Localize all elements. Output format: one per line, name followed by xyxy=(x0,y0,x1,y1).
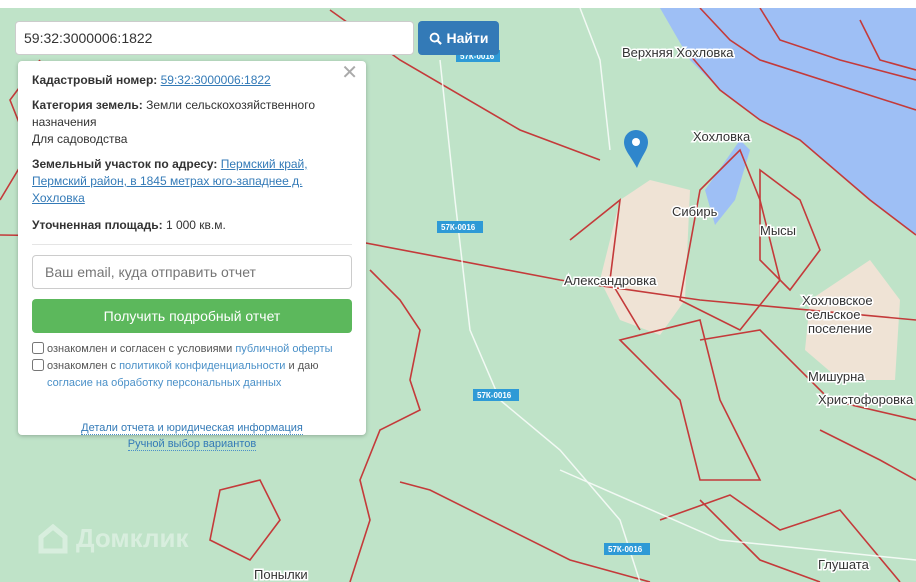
road-label: 57К-0016 xyxy=(608,545,643,554)
category-label: Категория земель: xyxy=(32,98,143,112)
place-label: Хохловское xyxy=(802,293,873,308)
info-panel: ✕ Кадастровый номер: 59:32:3000006:1822 … xyxy=(18,61,366,451)
email-input[interactable] xyxy=(32,255,352,289)
find-button-label: Найти xyxy=(446,30,489,46)
privacy-mid-text: и даю xyxy=(285,360,319,372)
get-report-button[interactable]: Получить подробный отчет xyxy=(32,299,352,333)
road-label: 57К-0016 xyxy=(441,223,476,232)
find-button[interactable]: Найти xyxy=(418,21,499,55)
offer-link[interactable]: публичной оферты xyxy=(235,343,332,355)
place-label: Понылки xyxy=(254,567,308,582)
house-icon xyxy=(38,523,68,553)
area-label: Уточненная площадь: xyxy=(32,218,163,232)
domclick-logo: Домклик xyxy=(38,523,188,554)
offer-text: ознакомлен и согласен с условиями xyxy=(47,343,236,355)
place-label: Глушата xyxy=(818,557,870,572)
consent-link[interactable]: согласие на обработку персональных данны… xyxy=(47,377,281,389)
place-label: Мысы xyxy=(760,223,796,238)
cadastral-label: Кадастровый номер: xyxy=(32,73,158,87)
search-icon xyxy=(429,32,442,45)
details-link[interactable]: Детали отчета и юридическая информация xyxy=(81,422,303,435)
address-label: Земельный участок по адресу: xyxy=(32,157,218,171)
road-label: 57К-0016 xyxy=(477,391,512,400)
divider xyxy=(32,244,352,245)
land-use: Для садоводства xyxy=(32,132,128,146)
place-label: Верхняя Хохловка xyxy=(622,45,734,60)
offer-checkbox[interactable] xyxy=(32,342,44,354)
privacy-link[interactable]: политикой конфиденциальности xyxy=(119,360,285,372)
logo-text: Домклик xyxy=(76,523,189,553)
area-value: 1 000 кв.м. xyxy=(165,218,226,232)
place-label: сельское xyxy=(806,307,860,322)
place-label: поселение xyxy=(808,321,872,336)
privacy-text: ознакомлен с xyxy=(47,360,120,372)
cadastral-number-link[interactable]: 59:32:3000006:1822 xyxy=(161,73,271,87)
privacy-checkbox[interactable] xyxy=(32,359,44,371)
close-icon[interactable]: ✕ xyxy=(341,63,358,83)
search-input[interactable] xyxy=(15,21,414,55)
place-label: Хохловка xyxy=(693,129,751,144)
place-label: Христофоровка xyxy=(818,392,914,407)
manual-selection-link[interactable]: Ручной выбор вариантов xyxy=(127,438,257,451)
place-label: Сибирь xyxy=(672,204,718,219)
place-label: Александровка xyxy=(564,273,657,288)
top-bar xyxy=(0,0,916,8)
place-label: Мишурна xyxy=(808,369,865,384)
